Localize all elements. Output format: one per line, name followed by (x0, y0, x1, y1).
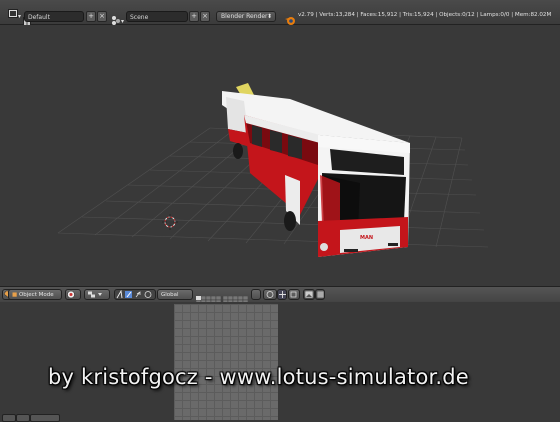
render-preview-icon[interactable] (303, 289, 315, 300)
bottom-view-dropdown[interactable] (30, 414, 60, 422)
render-engine-dropdown[interactable]: Blender Render ⬍ (216, 11, 276, 22)
snap-toggle[interactable] (277, 289, 287, 300)
chevron-down-icon: ⬍ (266, 13, 272, 20)
scene-icon[interactable] (111, 11, 125, 25)
scene-statistics: v2.79 | Verts:13,284 | Faces:15,912 | Tr… (298, 12, 552, 18)
viewport-shading-dropdown[interactable] (65, 289, 81, 300)
bottom-header-strip (0, 413, 60, 422)
bus-brand-label: MAN (360, 235, 373, 241)
grid-plane-preview (174, 304, 278, 420)
orientation-label: Global (161, 292, 179, 298)
scene-field[interactable]: Scene (126, 11, 188, 22)
blender-logo-icon (284, 11, 296, 25)
add-scene-button[interactable]: + (189, 11, 199, 22)
object-mode-icon: ■ (12, 292, 18, 298)
editor-type-icon[interactable] (8, 6, 22, 18)
lock-layers-button[interactable] (251, 289, 261, 300)
proportional-edit-dropdown[interactable] (263, 289, 277, 300)
info-header: Default + × Scene + × Blender Render ⬍ v… (0, 0, 560, 26)
viewport-canvas: MAN (57, 83, 489, 257)
bottom-editor-area (0, 302, 560, 420)
manipulator-group[interactable] (114, 289, 156, 300)
delete-layout-button[interactable]: × (97, 11, 107, 22)
watermark-text: by kristofgocz - www.lotus-simulator.de (48, 365, 469, 389)
add-layout-button[interactable]: + (86, 11, 96, 22)
bottom-menu-button[interactable] (16, 414, 30, 422)
opengl-render-icon[interactable] (315, 289, 325, 300)
viewport-header: ■ Object Mode Global (0, 286, 560, 305)
snap-element-dropdown[interactable] (288, 289, 300, 300)
render-engine-label: Blender Render (221, 13, 268, 20)
transform-orientation-dropdown[interactable]: Global (157, 289, 193, 300)
delete-scene-button[interactable]: × (200, 11, 210, 22)
bottom-editor-type-button[interactable] (2, 414, 16, 422)
bus-model: MAN (222, 83, 410, 257)
interaction-mode-dropdown[interactable]: ■ Object Mode (8, 289, 62, 300)
layout-field[interactable]: Default (24, 11, 84, 22)
pivot-point-dropdown[interactable] (84, 289, 110, 300)
interaction-mode-label: Object Mode (18, 292, 54, 298)
3d-cursor (162, 214, 178, 230)
3d-viewport[interactable]: MAN (0, 25, 560, 286)
layer-buttons[interactable] (195, 290, 249, 305)
